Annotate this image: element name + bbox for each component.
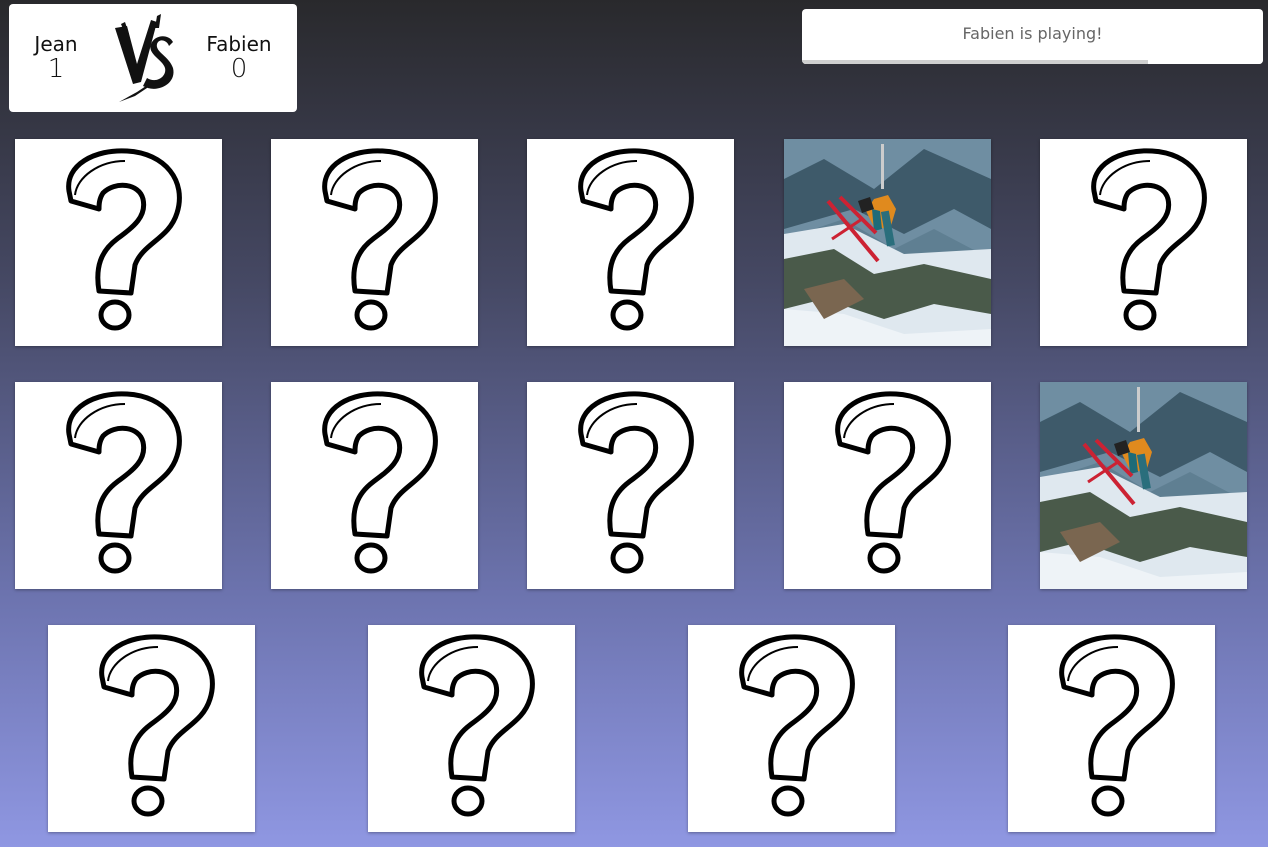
player-2-points: 0 <box>230 54 248 84</box>
memory-card-hidden[interactable] <box>271 382 478 589</box>
player-1-name: Jean <box>34 32 78 56</box>
player-1-score: Jean 1 <box>23 32 89 82</box>
question-mark-icon <box>567 147 697 333</box>
question-mark-icon <box>1080 147 1210 333</box>
memory-card-revealed[interactable] <box>784 139 991 346</box>
question-mark-icon <box>728 633 858 819</box>
turn-timer-fill <box>802 60 1148 64</box>
turn-timer-bar <box>802 60 1263 64</box>
memory-card-hidden[interactable] <box>15 382 222 589</box>
question-mark-icon <box>567 390 697 576</box>
question-mark-icon <box>311 390 441 576</box>
question-mark-icon <box>824 390 954 576</box>
memory-card-hidden[interactable] <box>1008 625 1215 832</box>
memory-card-hidden[interactable] <box>527 382 734 589</box>
scoreboard: Jean 1 Fabien 0 <box>9 4 297 112</box>
memory-card-hidden[interactable] <box>784 382 991 589</box>
skier-photo <box>1040 382 1247 589</box>
memory-card-hidden[interactable] <box>1040 139 1247 346</box>
memory-card-hidden[interactable] <box>527 139 734 346</box>
question-mark-icon <box>311 147 441 333</box>
turn-status-text: Fabien is playing! <box>962 24 1103 43</box>
memory-card-revealed[interactable] <box>1040 382 1247 589</box>
question-mark-icon <box>55 147 185 333</box>
memory-card-hidden[interactable] <box>368 625 575 832</box>
player-2-score: Fabien 0 <box>201 32 277 82</box>
skier-photo <box>784 139 991 346</box>
memory-card-hidden[interactable] <box>15 139 222 346</box>
turn-status-panel: Fabien is playing! <box>802 9 1263 64</box>
player-2-name: Fabien <box>206 32 272 56</box>
question-mark-icon <box>88 633 218 819</box>
question-mark-icon <box>408 633 538 819</box>
memory-card-hidden[interactable] <box>688 625 895 832</box>
question-mark-icon <box>1048 633 1178 819</box>
vs-icon <box>107 12 179 104</box>
player-1-points: 1 <box>47 54 65 84</box>
memory-card-hidden[interactable] <box>48 625 255 832</box>
question-mark-icon <box>55 390 185 576</box>
memory-card-hidden[interactable] <box>271 139 478 346</box>
